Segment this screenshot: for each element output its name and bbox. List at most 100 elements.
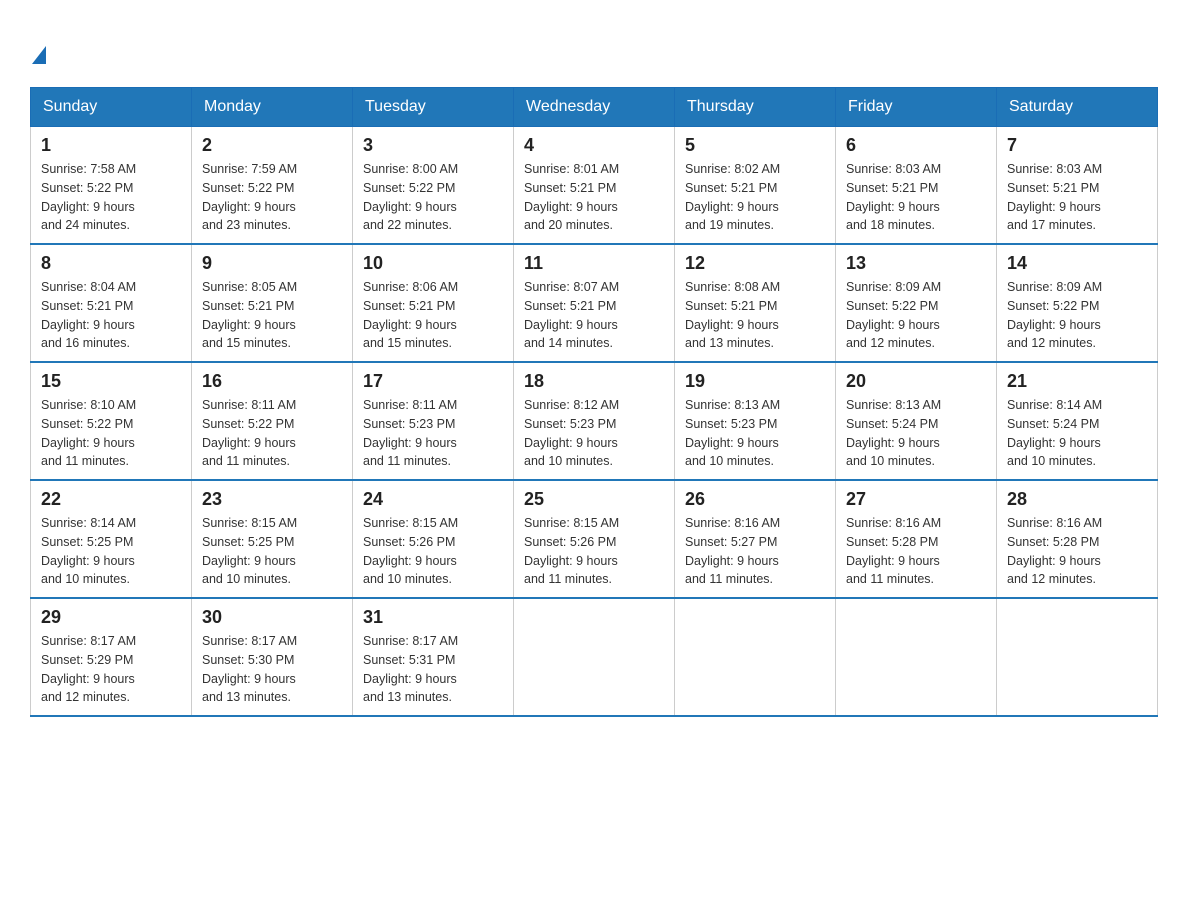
day-number: 30 — [202, 607, 342, 628]
day-number: 26 — [685, 489, 825, 510]
header-saturday: Saturday — [997, 88, 1158, 127]
calendar-cell: 20 Sunrise: 8:13 AM Sunset: 5:24 PM Dayl… — [836, 362, 997, 480]
day-number: 29 — [41, 607, 181, 628]
calendar-cell: 6 Sunrise: 8:03 AM Sunset: 5:21 PM Dayli… — [836, 127, 997, 245]
day-info: Sunrise: 8:07 AM Sunset: 5:21 PM Dayligh… — [524, 278, 664, 353]
day-number: 4 — [524, 135, 664, 156]
calendar-cell: 23 Sunrise: 8:15 AM Sunset: 5:25 PM Dayl… — [192, 480, 353, 598]
calendar-cell — [675, 598, 836, 716]
day-info: Sunrise: 8:16 AM Sunset: 5:28 PM Dayligh… — [1007, 514, 1147, 589]
calendar-cell: 10 Sunrise: 8:06 AM Sunset: 5:21 PM Dayl… — [353, 244, 514, 362]
header-sunday: Sunday — [31, 88, 192, 127]
calendar-cell: 25 Sunrise: 8:15 AM Sunset: 5:26 PM Dayl… — [514, 480, 675, 598]
logo-general-text — [30, 30, 46, 67]
day-info: Sunrise: 8:14 AM Sunset: 5:24 PM Dayligh… — [1007, 396, 1147, 471]
header-tuesday: Tuesday — [353, 88, 514, 127]
day-number: 19 — [685, 371, 825, 392]
header-row: SundayMondayTuesdayWednesdayThursdayFrid… — [31, 88, 1158, 127]
day-number: 25 — [524, 489, 664, 510]
calendar-cell: 3 Sunrise: 8:00 AM Sunset: 5:22 PM Dayli… — [353, 127, 514, 245]
calendar-cell: 14 Sunrise: 8:09 AM Sunset: 5:22 PM Dayl… — [997, 244, 1158, 362]
day-number: 8 — [41, 253, 181, 274]
day-info: Sunrise: 8:13 AM Sunset: 5:24 PM Dayligh… — [846, 396, 986, 471]
header-thursday: Thursday — [675, 88, 836, 127]
calendar-cell: 28 Sunrise: 8:16 AM Sunset: 5:28 PM Dayl… — [997, 480, 1158, 598]
day-info: Sunrise: 8:06 AM Sunset: 5:21 PM Dayligh… — [363, 278, 503, 353]
day-number: 23 — [202, 489, 342, 510]
calendar-header: SundayMondayTuesdayWednesdayThursdayFrid… — [31, 88, 1158, 127]
week-row-2: 8 Sunrise: 8:04 AM Sunset: 5:21 PM Dayli… — [31, 244, 1158, 362]
day-info: Sunrise: 8:08 AM Sunset: 5:21 PM Dayligh… — [685, 278, 825, 353]
day-number: 15 — [41, 371, 181, 392]
day-number: 5 — [685, 135, 825, 156]
day-number: 1 — [41, 135, 181, 156]
day-info: Sunrise: 8:09 AM Sunset: 5:22 PM Dayligh… — [1007, 278, 1147, 353]
day-number: 16 — [202, 371, 342, 392]
day-info: Sunrise: 8:15 AM Sunset: 5:26 PM Dayligh… — [524, 514, 664, 589]
calendar-cell: 11 Sunrise: 8:07 AM Sunset: 5:21 PM Dayl… — [514, 244, 675, 362]
calendar-cell: 30 Sunrise: 8:17 AM Sunset: 5:30 PM Dayl… — [192, 598, 353, 716]
week-row-1: 1 Sunrise: 7:58 AM Sunset: 5:22 PM Dayli… — [31, 127, 1158, 245]
header-monday: Monday — [192, 88, 353, 127]
day-number: 9 — [202, 253, 342, 274]
calendar-cell: 1 Sunrise: 7:58 AM Sunset: 5:22 PM Dayli… — [31, 127, 192, 245]
day-number: 2 — [202, 135, 342, 156]
day-number: 28 — [1007, 489, 1147, 510]
calendar-cell: 5 Sunrise: 8:02 AM Sunset: 5:21 PM Dayli… — [675, 127, 836, 245]
day-number: 17 — [363, 371, 503, 392]
day-number: 31 — [363, 607, 503, 628]
calendar-cell: 24 Sunrise: 8:15 AM Sunset: 5:26 PM Dayl… — [353, 480, 514, 598]
calendar-cell — [997, 598, 1158, 716]
calendar-cell: 8 Sunrise: 8:04 AM Sunset: 5:21 PM Dayli… — [31, 244, 192, 362]
day-info: Sunrise: 8:13 AM Sunset: 5:23 PM Dayligh… — [685, 396, 825, 471]
day-number: 22 — [41, 489, 181, 510]
day-number: 27 — [846, 489, 986, 510]
calendar-cell: 7 Sunrise: 8:03 AM Sunset: 5:21 PM Dayli… — [997, 127, 1158, 245]
day-info: Sunrise: 8:09 AM Sunset: 5:22 PM Dayligh… — [846, 278, 986, 353]
week-row-4: 22 Sunrise: 8:14 AM Sunset: 5:25 PM Dayl… — [31, 480, 1158, 598]
day-info: Sunrise: 8:16 AM Sunset: 5:27 PM Dayligh… — [685, 514, 825, 589]
day-number: 14 — [1007, 253, 1147, 274]
calendar-cell: 26 Sunrise: 8:16 AM Sunset: 5:27 PM Dayl… — [675, 480, 836, 598]
day-info: Sunrise: 8:11 AM Sunset: 5:23 PM Dayligh… — [363, 396, 503, 471]
header-friday: Friday — [836, 88, 997, 127]
day-info: Sunrise: 8:03 AM Sunset: 5:21 PM Dayligh… — [846, 160, 986, 235]
logo — [30, 30, 46, 67]
day-number: 3 — [363, 135, 503, 156]
day-info: Sunrise: 8:01 AM Sunset: 5:21 PM Dayligh… — [524, 160, 664, 235]
day-info: Sunrise: 8:00 AM Sunset: 5:22 PM Dayligh… — [363, 160, 503, 235]
calendar-cell: 21 Sunrise: 8:14 AM Sunset: 5:24 PM Dayl… — [997, 362, 1158, 480]
calendar-cell: 12 Sunrise: 8:08 AM Sunset: 5:21 PM Dayl… — [675, 244, 836, 362]
calendar-cell: 4 Sunrise: 8:01 AM Sunset: 5:21 PM Dayli… — [514, 127, 675, 245]
day-number: 18 — [524, 371, 664, 392]
day-number: 7 — [1007, 135, 1147, 156]
day-info: Sunrise: 8:03 AM Sunset: 5:21 PM Dayligh… — [1007, 160, 1147, 235]
day-info: Sunrise: 8:04 AM Sunset: 5:21 PM Dayligh… — [41, 278, 181, 353]
day-info: Sunrise: 8:11 AM Sunset: 5:22 PM Dayligh… — [202, 396, 342, 471]
day-number: 10 — [363, 253, 503, 274]
day-number: 21 — [1007, 371, 1147, 392]
calendar-cell: 16 Sunrise: 8:11 AM Sunset: 5:22 PM Dayl… — [192, 362, 353, 480]
day-info: Sunrise: 8:15 AM Sunset: 5:25 PM Dayligh… — [202, 514, 342, 589]
calendar-cell: 19 Sunrise: 8:13 AM Sunset: 5:23 PM Dayl… — [675, 362, 836, 480]
day-number: 11 — [524, 253, 664, 274]
day-info: Sunrise: 8:05 AM Sunset: 5:21 PM Dayligh… — [202, 278, 342, 353]
calendar-table: SundayMondayTuesdayWednesdayThursdayFrid… — [30, 87, 1158, 717]
day-number: 6 — [846, 135, 986, 156]
calendar-cell: 31 Sunrise: 8:17 AM Sunset: 5:31 PM Dayl… — [353, 598, 514, 716]
calendar-cell: 29 Sunrise: 8:17 AM Sunset: 5:29 PM Dayl… — [31, 598, 192, 716]
day-info: Sunrise: 7:58 AM Sunset: 5:22 PM Dayligh… — [41, 160, 181, 235]
week-row-3: 15 Sunrise: 8:10 AM Sunset: 5:22 PM Dayl… — [31, 362, 1158, 480]
day-number: 12 — [685, 253, 825, 274]
calendar-cell: 27 Sunrise: 8:16 AM Sunset: 5:28 PM Dayl… — [836, 480, 997, 598]
day-info: Sunrise: 8:17 AM Sunset: 5:29 PM Dayligh… — [41, 632, 181, 707]
day-info: Sunrise: 8:12 AM Sunset: 5:23 PM Dayligh… — [524, 396, 664, 471]
calendar-cell: 2 Sunrise: 7:59 AM Sunset: 5:22 PM Dayli… — [192, 127, 353, 245]
page-header — [30, 30, 1158, 67]
calendar-cell: 17 Sunrise: 8:11 AM Sunset: 5:23 PM Dayl… — [353, 362, 514, 480]
day-info: Sunrise: 8:10 AM Sunset: 5:22 PM Dayligh… — [41, 396, 181, 471]
calendar-cell: 15 Sunrise: 8:10 AM Sunset: 5:22 PM Dayl… — [31, 362, 192, 480]
calendar-body: 1 Sunrise: 7:58 AM Sunset: 5:22 PM Dayli… — [31, 127, 1158, 717]
day-info: Sunrise: 8:15 AM Sunset: 5:26 PM Dayligh… — [363, 514, 503, 589]
day-number: 20 — [846, 371, 986, 392]
